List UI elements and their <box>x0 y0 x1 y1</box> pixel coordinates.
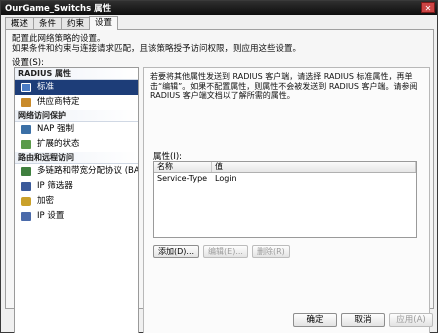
dialog-buttons: 确定 取消 应用(A) <box>293 313 433 327</box>
settings-description-line2: 如果条件和约束与连接请求匹配，且该策略授予访问权限，则应用这些设置。 <box>12 44 302 54</box>
extended-state-icon <box>21 140 31 149</box>
nav-item-vendor-specific[interactable]: 供应商特定 <box>15 95 138 110</box>
nav-item-multilink-bap[interactable]: 多链路和带宽分配协议 (BAP) <box>15 164 138 179</box>
column-header-value[interactable]: 值 <box>212 162 416 172</box>
settings-nav-tree: RADIUS 属性 标准 供应商特定 网络访问保护 NAP 强制 扩展的状态 路… <box>14 67 139 333</box>
remove-button[interactable]: 删除(R) <box>251 245 290 258</box>
attribute-value: Login <box>215 174 237 183</box>
ip-filter-icon <box>21 182 31 191</box>
attributes-list[interactable]: 名称 值 Service-Type Login <box>153 161 417 238</box>
column-header-name[interactable]: 名称 <box>154 162 212 172</box>
nav-item-label: 供应商特定 <box>37 97 80 107</box>
radius-standard-icon <box>21 83 31 92</box>
title-bar[interactable]: OurGame_Switchs 属性 ✕ <box>1 1 437 15</box>
nap-enforcement-icon <box>21 125 31 134</box>
attributes-description: 若要将其他属性发送到 RADIUS 客户端，请选择 RADIUS 标准属性，再单… <box>150 72 418 100</box>
vendor-specific-icon <box>21 98 31 107</box>
settings-description-line1: 配置此网络策略的设置。 <box>12 34 106 44</box>
attribute-name: Service-Type <box>157 174 208 183</box>
add-button[interactable]: 添加(D)... <box>153 245 200 258</box>
table-row[interactable]: Service-Type Login <box>154 173 416 185</box>
nav-item-standard[interactable]: 标准 <box>15 80 138 95</box>
window-title: OurGame_Switchs 属性 <box>5 4 112 14</box>
tab-strip: 概述 条件 约束 设置 <box>5 16 119 30</box>
multilink-icon <box>21 167 31 176</box>
nav-group-radius-attributes: RADIUS 属性 <box>15 68 138 80</box>
attribute-buttons: 添加(D)... 编辑(E)... 删除(R) <box>153 245 290 258</box>
settings-tab-panel: 配置此网络策略的设置。 如果条件和约束与连接请求匹配，且该策略授予访问权限，则应… <box>5 29 434 333</box>
settings-description: 配置此网络策略的设置。 如果条件和约束与连接请求匹配，且该策略授予访问权限，则应… <box>12 34 301 54</box>
nav-item-extended-state[interactable]: 扩展的状态 <box>15 137 138 152</box>
apply-button[interactable]: 应用(A) <box>389 313 433 327</box>
nav-item-label: 扩展的状态 <box>37 139 80 149</box>
nav-group-network-access-protection: 网络访问保护 <box>15 110 138 122</box>
standard-attributes-panel: 若要将其他属性发送到 RADIUS 客户端，请选择 RADIUS 标准属性，再单… <box>143 67 430 333</box>
nav-item-label: 标准 <box>37 82 55 92</box>
nav-item-ip-settings[interactable]: IP 设置 <box>15 209 138 224</box>
edit-button[interactable]: 编辑(E)... <box>203 245 248 258</box>
nav-item-label: 多链路和带宽分配协议 (BAP) <box>37 166 139 176</box>
nav-item-encryption[interactable]: 加密 <box>15 194 138 209</box>
ip-settings-icon <box>21 212 31 221</box>
nav-group-routing-remote-access: 路由和远程访问 <box>15 152 138 164</box>
properties-dialog: OurGame_Switchs 属性 ✕ 概述 条件 约束 设置 配置此网络策略… <box>0 0 438 333</box>
close-icon[interactable]: ✕ <box>421 2 435 13</box>
lock-icon <box>21 197 31 206</box>
nav-item-nap-enforcement[interactable]: NAP 强制 <box>15 122 138 137</box>
nav-item-label: IP 筛选器 <box>37 181 73 191</box>
cancel-button[interactable]: 取消 <box>341 313 385 327</box>
nav-item-label: 加密 <box>37 196 55 206</box>
nav-item-label: NAP 强制 <box>37 124 75 134</box>
nav-item-label: IP 设置 <box>37 211 65 221</box>
ok-button[interactable]: 确定 <box>293 313 337 327</box>
tab-settings[interactable]: 设置 <box>89 16 119 30</box>
nav-item-ip-filters[interactable]: IP 筛选器 <box>15 179 138 194</box>
attributes-header: 名称 值 <box>154 162 416 173</box>
